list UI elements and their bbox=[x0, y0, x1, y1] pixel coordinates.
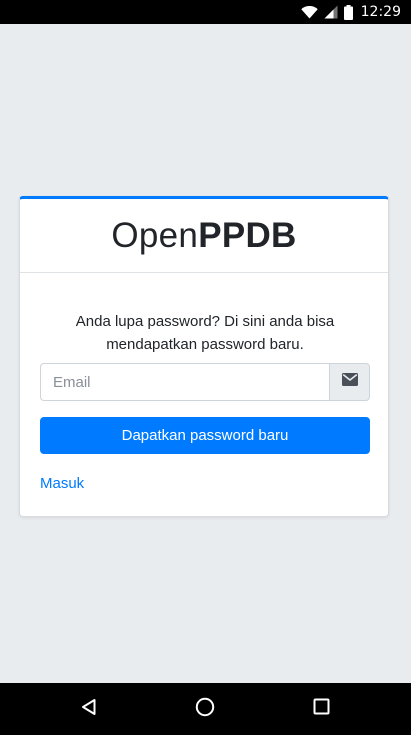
card-header: OpenPPDB bbox=[20, 199, 388, 273]
navigation-bar bbox=[0, 683, 411, 735]
email-addon bbox=[329, 363, 370, 401]
login-link[interactable]: Masuk bbox=[40, 475, 84, 492]
brand-light: Open bbox=[111, 216, 199, 255]
instruction-message: Anda lupa password? Di sini anda bisa me… bbox=[75, 313, 335, 353]
back-button[interactable] bbox=[59, 683, 119, 735]
status-time: 12:29 bbox=[360, 4, 401, 20]
home-button[interactable] bbox=[175, 683, 235, 735]
signal-icon bbox=[324, 5, 338, 19]
recents-icon bbox=[313, 698, 330, 720]
battery-icon bbox=[343, 4, 353, 20]
status-icons: 12:29 bbox=[300, 0, 401, 24]
brand-bold: PPDB bbox=[198, 216, 297, 255]
request-new-password-button[interactable]: Dapatkan password baru bbox=[40, 417, 370, 454]
forgot-password-card: OpenPPDB Anda lupa password? Di sini and… bbox=[19, 196, 389, 517]
recents-button[interactable] bbox=[291, 683, 351, 735]
status-bar: 12:29 bbox=[0, 0, 411, 24]
wifi-icon bbox=[300, 5, 318, 19]
brand-logo[interactable]: OpenPPDB bbox=[111, 218, 296, 253]
envelope-icon bbox=[341, 373, 358, 391]
back-icon bbox=[80, 698, 98, 721]
email-input[interactable] bbox=[40, 363, 329, 401]
email-input-group bbox=[40, 363, 370, 401]
screen: 12:29 OpenPPDB Anda lupa password? Di si… bbox=[0, 0, 411, 735]
home-icon bbox=[195, 697, 215, 722]
